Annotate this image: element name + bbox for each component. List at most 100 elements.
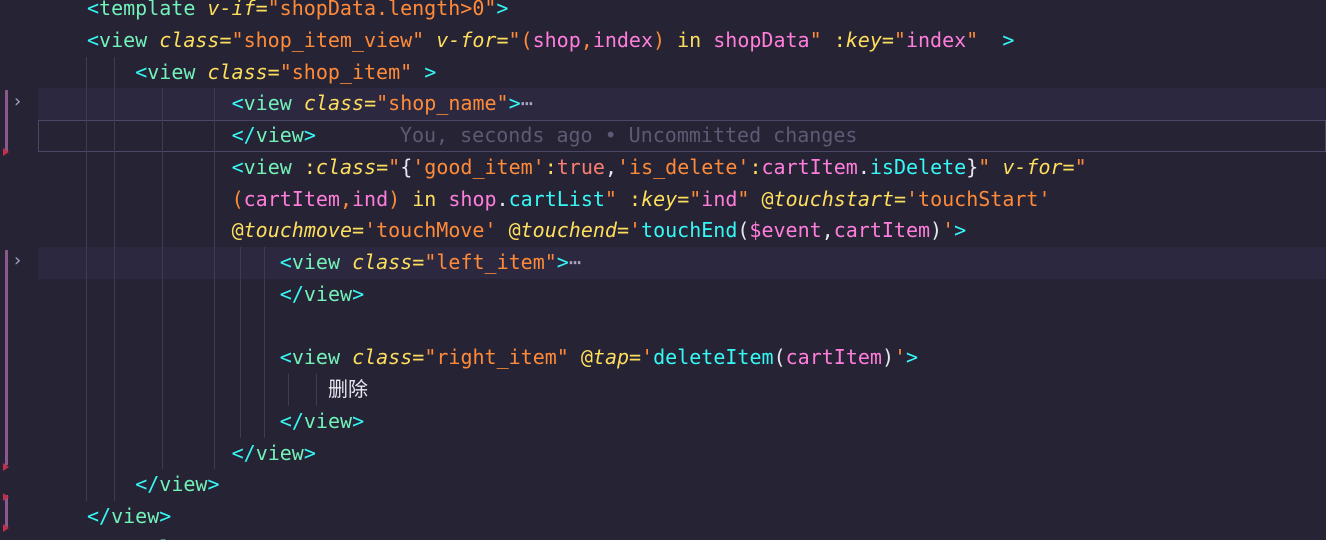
indent-guide — [114, 151, 115, 184]
fold-chevron-icon[interactable]: › — [12, 245, 26, 277]
code-token: > — [906, 345, 919, 370]
code-text: </view> — [280, 279, 364, 311]
folded-ellipsis-icon[interactable]: ⋯ — [569, 250, 581, 274]
code-token: class — [207, 59, 268, 84]
code-text: </view> — [135, 469, 219, 501]
code-token: ind — [701, 186, 738, 211]
code-token: touchend — [520, 218, 617, 243]
code-token: " — [966, 27, 979, 52]
indent-guide — [162, 374, 163, 406]
git-deleted-marker — [3, 463, 9, 471]
code-token: = — [412, 250, 425, 274]
code-text: @touchmove='touchMove' @touchend='touchE… — [232, 215, 967, 247]
code-token: </ — [87, 504, 112, 528]
code-token: : — [833, 27, 846, 52]
code-token: = — [893, 186, 907, 211]
indent-guide — [214, 437, 215, 470]
code-line[interactable]: </view> — [38, 501, 1326, 533]
indent-guide — [114, 183, 115, 216]
code-line[interactable]: <view class="left_item">⋯ — [38, 247, 1326, 279]
code-token: view — [159, 472, 208, 497]
code-line[interactable]: <view class="shop_name">⋯ — [38, 88, 1326, 120]
indent-guide — [86, 151, 87, 184]
indent-guide — [162, 88, 163, 120]
code-token: "( — [508, 27, 533, 52]
code-token: view — [243, 154, 292, 179]
code-token: in — [412, 186, 437, 211]
code-token: template — [111, 536, 207, 540]
code-token: < — [87, 27, 100, 52]
code-token: < — [87, 0, 100, 20]
code-token: cartItem — [833, 218, 931, 243]
indent-guide — [162, 342, 163, 374]
indent-guide — [86, 56, 87, 89]
code-line[interactable]: </view> — [38, 405, 1326, 438]
code-line[interactable]: </view> — [38, 278, 1326, 311]
code-line[interactable]: </view> — [38, 469, 1326, 501]
indent-guide — [214, 405, 215, 438]
code-token: view — [303, 281, 353, 306]
code-text: <view class="shop_item" > — [135, 57, 436, 89]
code-line[interactable]: <view class="shop_item" > — [38, 56, 1326, 89]
code-token: "shop_name" — [376, 91, 509, 116]
code-token: " — [1074, 154, 1087, 179]
code-line[interactable]: </view> You, seconds ago • Uncommitted ch… — [38, 120, 1326, 152]
code-line[interactable]: (cartItem,ind) in shop.cartList" :key="i… — [38, 183, 1326, 216]
code-token: , — [604, 154, 617, 179]
code-line[interactable]: <template v-if="shopData.length>0"> — [38, 0, 1326, 25]
code-token: shop — [448, 186, 497, 211]
git-blame-annotation: You, seconds ago • Uncommitted changes — [399, 123, 858, 147]
code-token: : — [303, 154, 316, 179]
code-token: "shopData.length>0" — [267, 0, 497, 20]
code-token: > — [556, 250, 569, 274]
code-text: <view :class="{'good_item':true,'is_dele… — [232, 152, 1087, 184]
code-token: in — [677, 27, 702, 52]
code-token: $event — [749, 218, 822, 243]
code-token: " — [893, 27, 906, 52]
code-token: "right_item" — [424, 345, 569, 370]
code-text: </view> — [87, 501, 171, 533]
code-line[interactable]: <view class="shop_item_view" v-for="(sho… — [38, 25, 1326, 57]
code-token: 'good_item' — [412, 154, 545, 179]
indent-guide — [114, 278, 115, 311]
indent-guide — [114, 215, 115, 247]
code-line[interactable]: </template> — [38, 533, 1326, 540]
indent-guide — [86, 342, 87, 374]
indent-guide — [86, 120, 87, 152]
code-token: > — [303, 440, 316, 465]
code-token: view — [99, 27, 148, 52]
code-line[interactable]: <view :class="{'good_item':true,'is_dele… — [38, 151, 1326, 184]
indent-guide — [162, 437, 163, 470]
code-token: . — [496, 186, 509, 211]
code-token: " — [689, 186, 702, 211]
git-change-bar — [5, 250, 8, 465]
indent-guide — [240, 247, 241, 279]
code-token: . — [857, 154, 870, 179]
code-token: = — [677, 186, 690, 211]
folded-ellipsis-icon[interactable]: ⋯ — [521, 91, 533, 115]
code-text: </view> — [280, 406, 364, 438]
code-token: class — [352, 250, 413, 274]
code-line[interactable] — [38, 310, 1326, 343]
code-token: 'is_delete' — [616, 154, 750, 179]
indent-guide — [214, 215, 215, 247]
code-token: ) — [653, 27, 678, 52]
code-line[interactable]: </view> — [38, 437, 1326, 470]
code-line[interactable]: <view class="right_item" @tap='deleteIte… — [38, 342, 1326, 374]
code-token: cartItem — [243, 186, 340, 211]
indent-guide — [86, 278, 87, 311]
code-token: > — [352, 408, 365, 433]
code-line[interactable]: 删除 — [38, 374, 1326, 406]
code-token: index — [905, 27, 967, 52]
code-line[interactable]: @touchmove='touchMove' @touchend='touchE… — [38, 215, 1326, 247]
fold-chevron-icon[interactable]: › — [12, 86, 26, 118]
code-editor[interactable]: › › <template v-if="shopData.length>0"> <… — [0, 0, 1326, 540]
indent-guide — [114, 88, 115, 120]
git-deleted-marker — [3, 148, 9, 156]
